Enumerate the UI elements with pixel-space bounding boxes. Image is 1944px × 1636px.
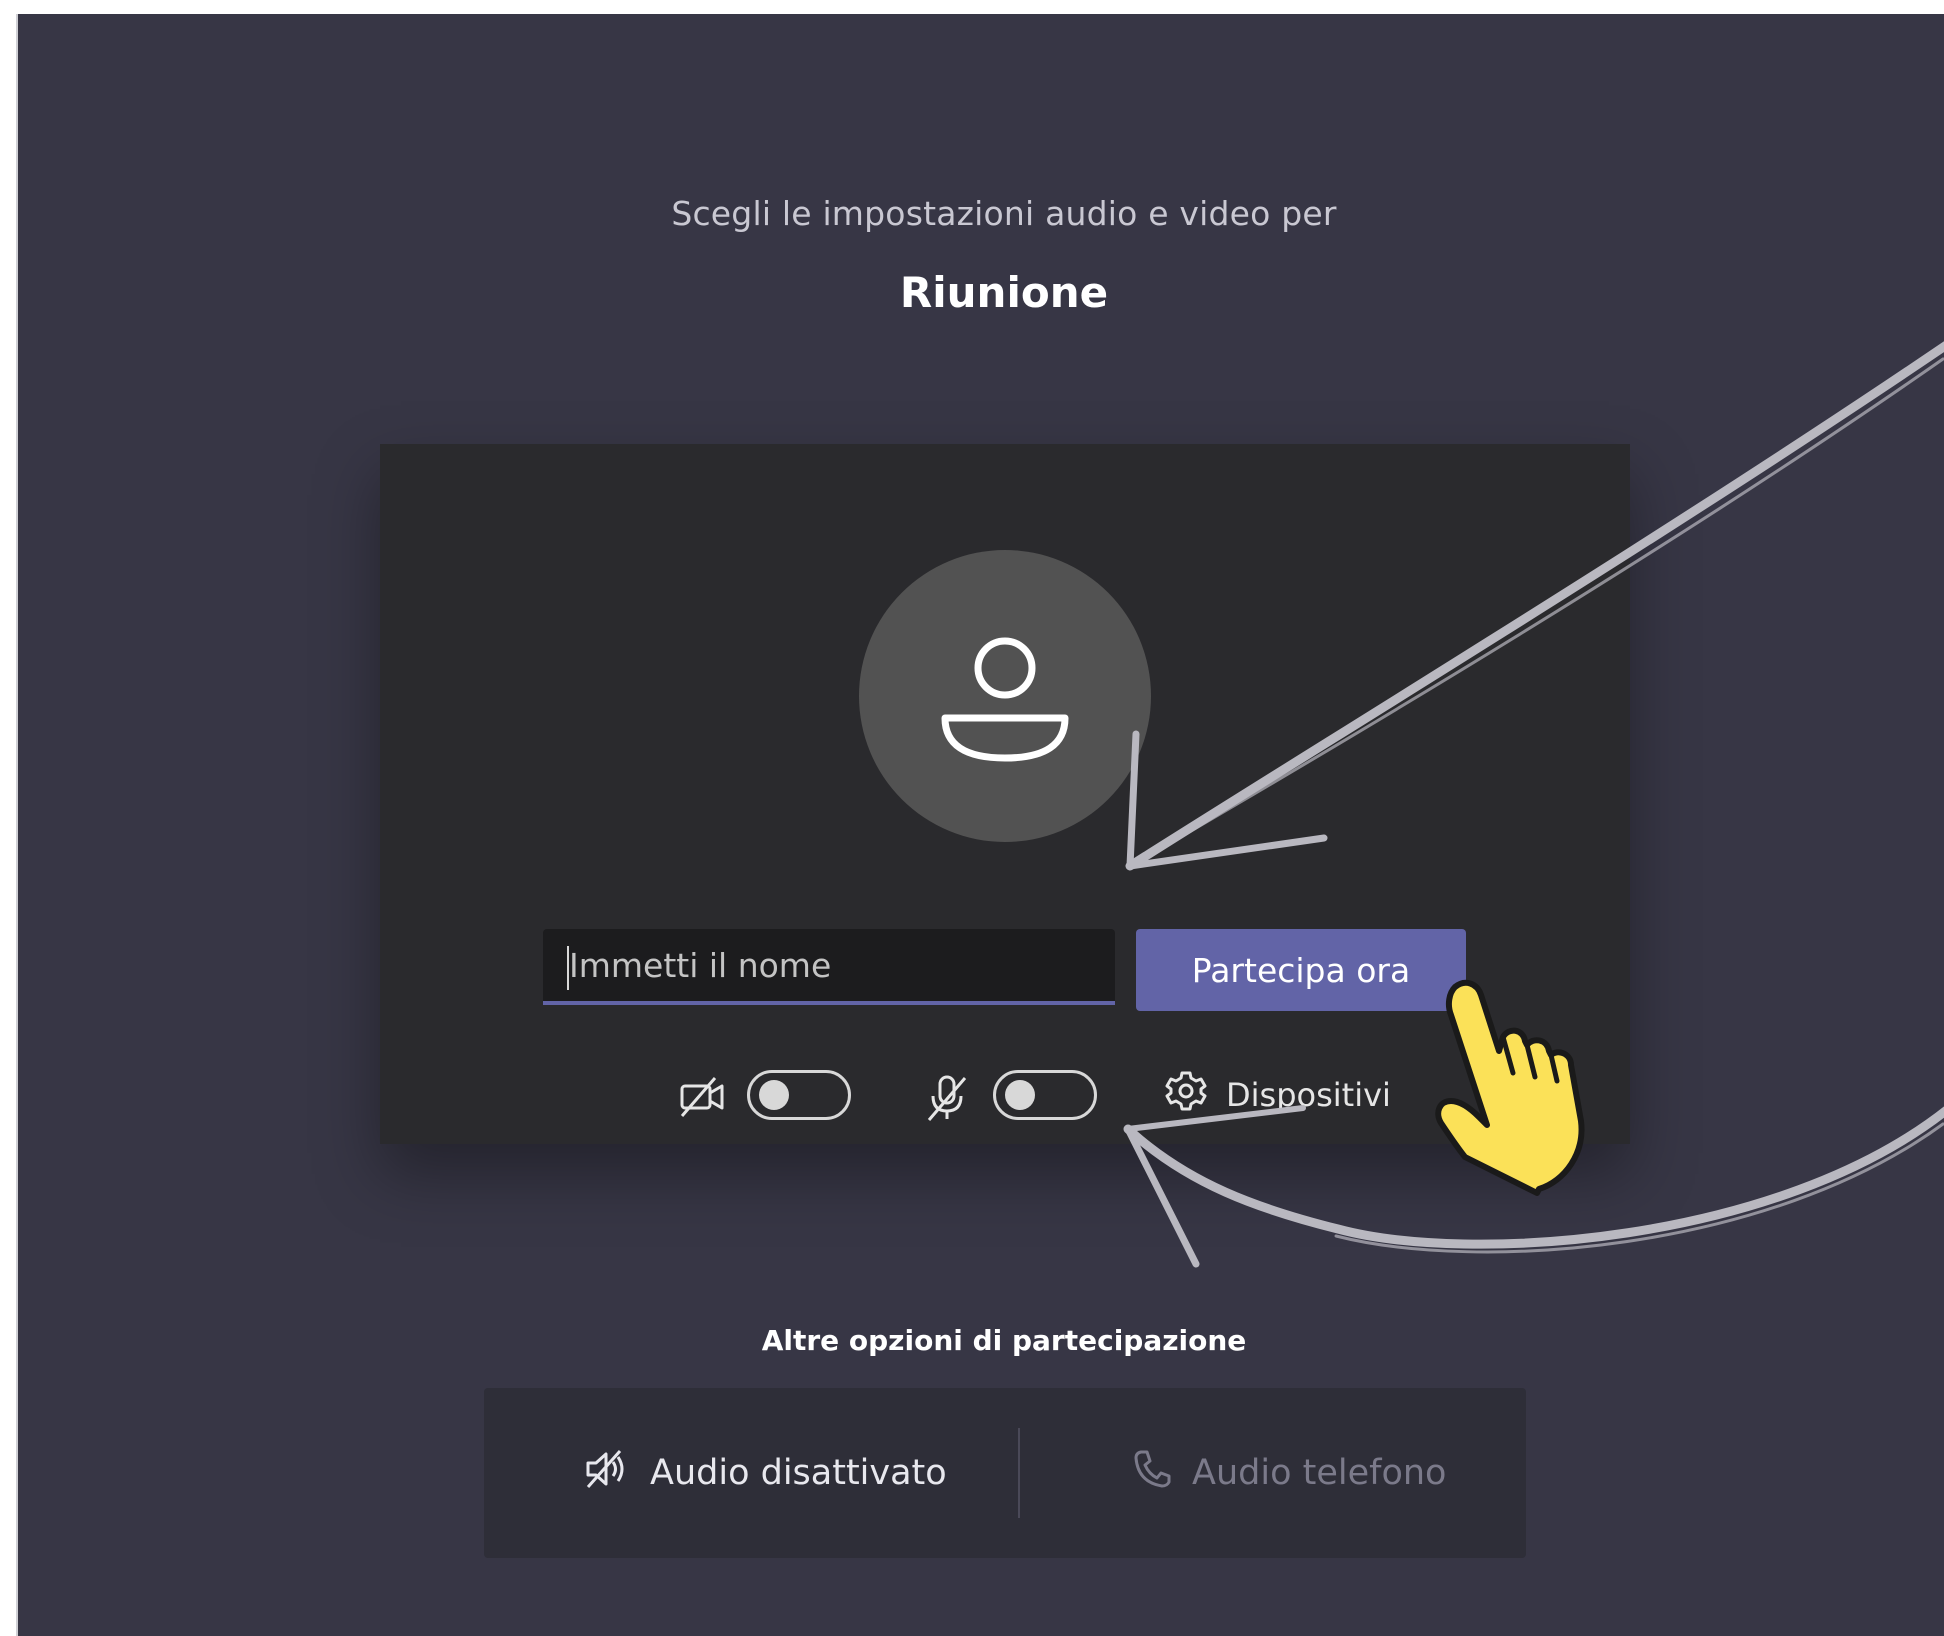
- mic-toggle-knob: [1005, 1080, 1035, 1110]
- video-preview-card: Partecipa ora: [380, 444, 1630, 1144]
- audio-off-option[interactable]: Audio disattivato: [584, 1388, 947, 1558]
- mic-off-icon[interactable]: [925, 1074, 969, 1126]
- meeting-title: Riunione: [899, 268, 1109, 317]
- phone-audio-label: Audio telefono: [1192, 1453, 1447, 1493]
- phone-icon: [1132, 1448, 1172, 1499]
- other-options-label: Altre opzioni di partecipazione: [761, 1324, 1247, 1357]
- person-icon: [941, 637, 1069, 762]
- gear-icon: [1164, 1069, 1208, 1121]
- camera-toggle[interactable]: [747, 1070, 851, 1120]
- join-now-button[interactable]: Partecipa ora: [1136, 929, 1466, 1011]
- mic-toggle[interactable]: [993, 1070, 1097, 1120]
- devices-button[interactable]: Dispositivi: [1164, 1064, 1391, 1126]
- audio-off-label: Audio disattivato: [650, 1453, 947, 1493]
- camera-toggle-knob: [759, 1080, 789, 1110]
- avatar: [859, 550, 1151, 842]
- prejoin-screen: Scegli le impostazioni audio e video per…: [16, 14, 1944, 1636]
- divider: [1018, 1428, 1020, 1518]
- camera-off-icon[interactable]: [679, 1074, 725, 1122]
- text-caret: [567, 946, 569, 990]
- page-subtitle: Scegli le impostazioni audio e video per: [671, 194, 1337, 233]
- speaker-off-icon: [584, 1447, 630, 1500]
- devices-label: Dispositivi: [1226, 1076, 1391, 1114]
- phone-audio-option[interactable]: Audio telefono: [1132, 1388, 1446, 1558]
- name-input[interactable]: [543, 929, 1115, 1005]
- media-controls: Dispositivi: [380, 1064, 1630, 1134]
- audio-options-panel: Audio disattivato Audio telefono: [484, 1388, 1526, 1558]
